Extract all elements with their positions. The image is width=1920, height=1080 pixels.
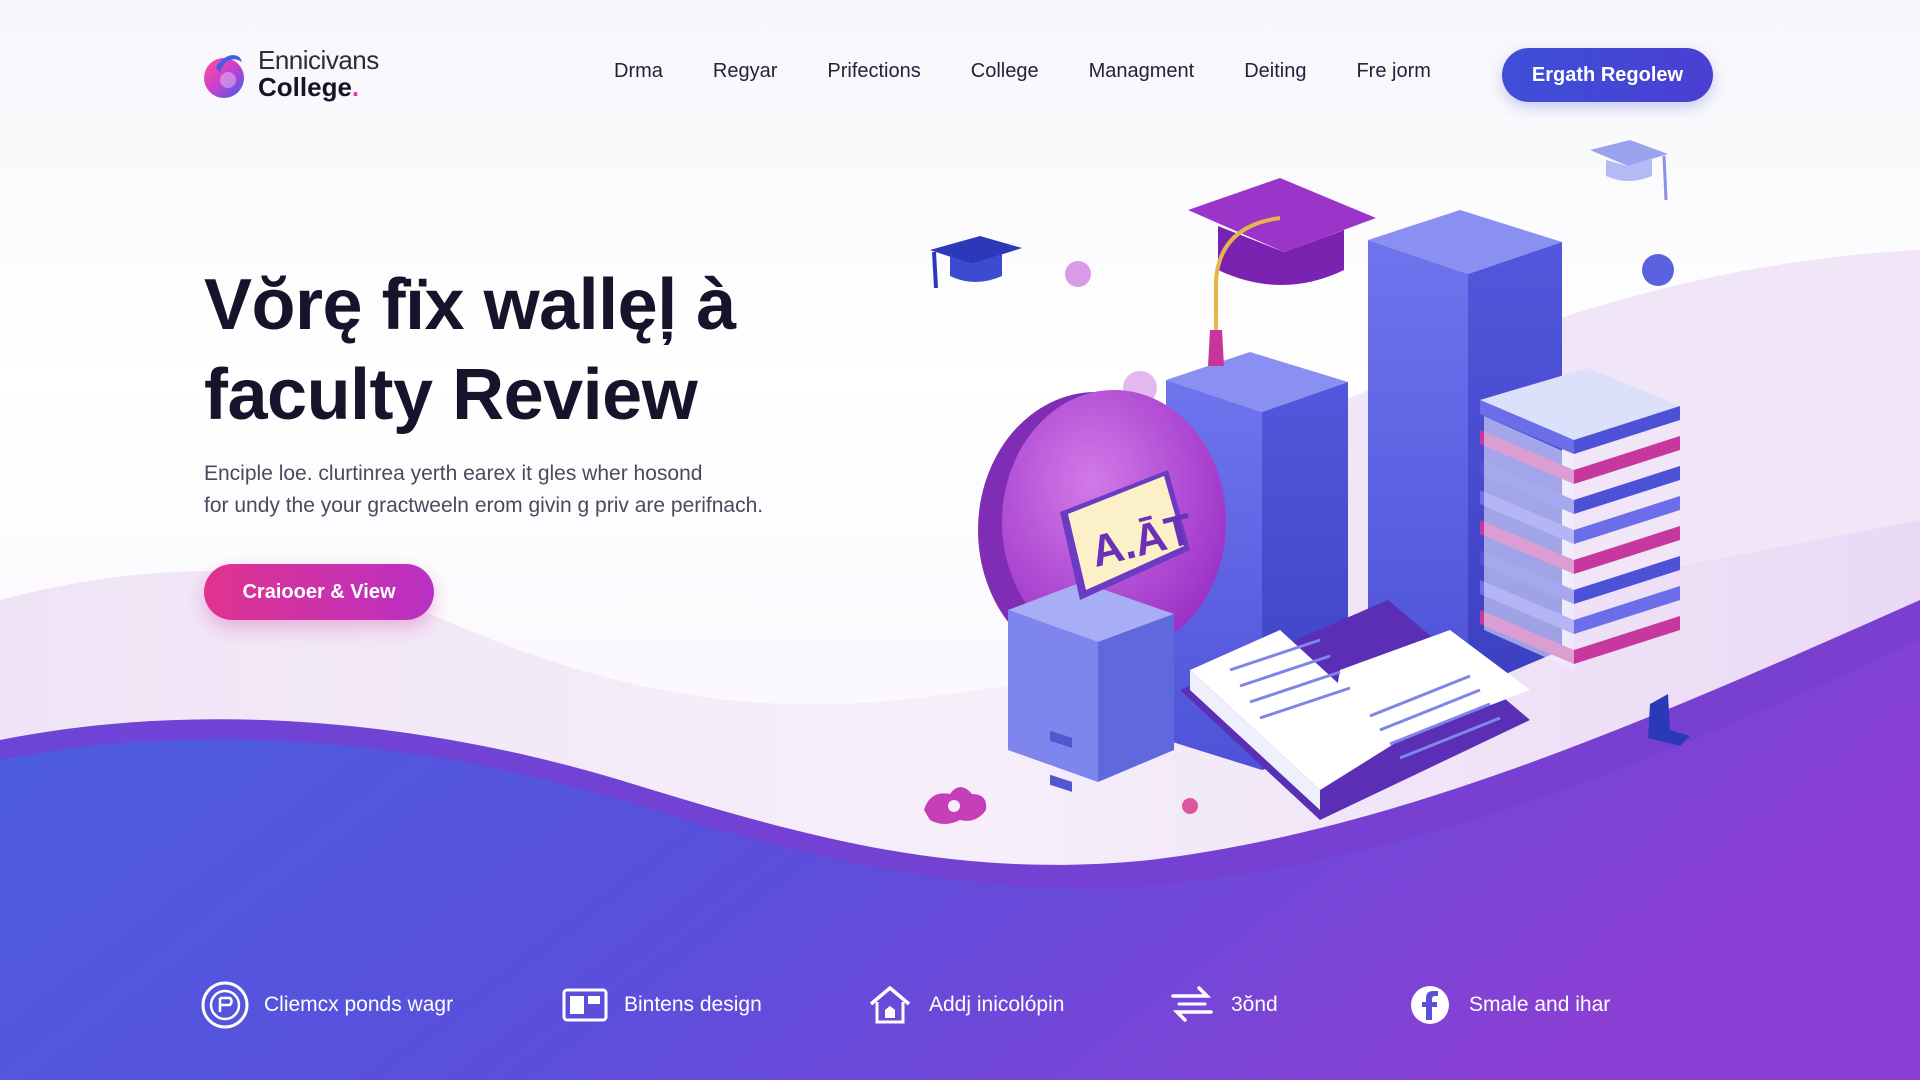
brand-name-college: College — [258, 72, 352, 102]
hero-title-line1: Vŏrę fïx wallęļ à — [204, 265, 736, 345]
feature-item[interactable]: 3ŏnd — [1167, 980, 1405, 1030]
feature-label: Smale and ihar — [1469, 993, 1611, 1016]
graduation-cap-icon — [930, 236, 1022, 289]
feature-item[interactable]: Addj inicolópin — [865, 980, 1167, 1030]
main-nav: Drma Regyar Prifections College Managmen… — [614, 60, 1481, 83]
small-figure-icon — [1648, 694, 1690, 746]
feature-label: Addj inicolópin — [929, 993, 1065, 1016]
feature-item[interactable]: Bintens design — [560, 980, 865, 1030]
floating-dot — [1642, 254, 1674, 286]
exchange-icon — [1167, 980, 1217, 1030]
nav-item-fre-jorm[interactable]: Fre jorm — [1356, 60, 1430, 83]
feature-item[interactable]: Smale and ihar — [1405, 980, 1665, 1030]
brand-name-line1: Ennicivans — [258, 44, 379, 75]
feature-label: 3ŏnd — [1231, 993, 1278, 1016]
badge-icon — [200, 980, 250, 1030]
puzzle-piece-icon — [924, 787, 987, 824]
brand-logo[interactable]: Ennicivans College. — [202, 44, 402, 104]
facebook-icon — [1405, 980, 1455, 1030]
brand-name-line2: College. — [258, 72, 360, 102]
hero-illustration: A.ĀT — [900, 130, 1720, 850]
hero-cta-button[interactable]: Craiooer & View — [204, 564, 434, 620]
feature-label: Bintens design — [624, 993, 762, 1016]
hero-subtitle-line2: for undy the your gractweeln erom givin … — [204, 494, 764, 517]
feature-strip: Cliemcx ponds wagr Bintens design Addj i… — [200, 975, 1720, 1035]
home-shield-icon — [865, 980, 915, 1030]
nav-item-managment[interactable]: Managment — [1089, 60, 1195, 83]
nav-item-college[interactable]: College — [971, 60, 1039, 83]
feature-item[interactable]: Cliemcx ponds wagr — [200, 980, 560, 1030]
floating-dot — [1182, 798, 1198, 814]
nav-item-drma[interactable]: Drma — [614, 60, 663, 83]
nav-item-deiting[interactable]: Deiting — [1244, 60, 1306, 83]
nav-item-regyar[interactable]: Regyar — [713, 60, 777, 83]
book-stack-icon — [1480, 368, 1680, 670]
nav-item-prifections[interactable]: Prifections — [827, 60, 920, 83]
floating-dot — [1065, 261, 1091, 287]
hero-title: Vŏrę fïx wallęļ à faculty Review — [204, 260, 884, 440]
hero-subtitle-line1: Enciple loe. clurtinrea yerth earex it g… — [204, 462, 703, 485]
graduation-cap-icon — [1188, 178, 1376, 366]
layout-icon — [560, 980, 610, 1030]
logo-icon — [202, 44, 250, 104]
feature-label: Cliemcx ponds wagr — [264, 993, 454, 1016]
hero-subtitle: Enciple loe. clurtinrea yerth earex it g… — [204, 458, 884, 522]
site-header: Ennicivans College. Drma Regyar Prifecti… — [0, 0, 1920, 150]
cabinet-icon — [1008, 582, 1174, 792]
hero-section: Vŏrę fïx wallęļ à faculty Review Enciple… — [204, 260, 884, 522]
hero-title-line2: faculty Review — [204, 355, 698, 435]
header-cta-button[interactable]: Ergath Regolew — [1502, 48, 1713, 102]
